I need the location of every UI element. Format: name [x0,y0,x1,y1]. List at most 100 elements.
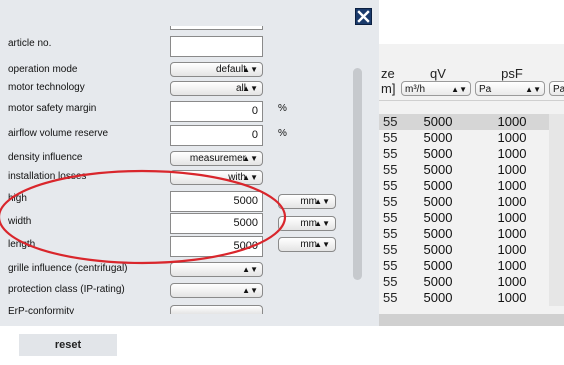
header-divider [379,100,564,101]
qv-cell: 5000 [423,194,453,209]
next-cell [549,274,564,290]
next-cell [549,178,564,194]
qv-cell: 5000 [423,130,453,145]
table-row[interactable]: 55 5000 1000 [379,210,564,226]
field-above-clipped [170,26,263,30]
article-no-input[interactable] [170,36,263,57]
next-cell [549,258,564,274]
qv-cell: 5000 [423,162,453,177]
next-cell [549,226,564,242]
qv-cell: 5000 [423,290,453,305]
psf-cell: 1000 [497,162,527,177]
article-no-label: article no. [8,38,52,49]
motor-safety-margin-label: motor safety margin [8,103,97,114]
qv-cell: 5000 [423,258,453,273]
psf-cell: 1000 [497,258,527,273]
motor-safety-margin-unit: % [278,103,287,114]
next-cell [549,210,564,226]
select-arrows-icon: ▲▼ [242,154,258,163]
size-cell: 55 [383,162,398,177]
size-cell: 55 [383,226,398,241]
operation-mode-select[interactable]: default ▲▼ [170,62,263,77]
table-row[interactable]: 55 5000 1000 [379,114,564,130]
select-arrows-icon: ▲▼ [451,85,467,94]
size-cell: 55 [383,130,398,145]
column-header-qv-label: qV [430,66,446,81]
density-influence-value: measuremer [189,153,246,164]
psf-cell: 1000 [497,290,527,305]
select-arrows-icon: ▲▼ [314,219,330,228]
next-cell [549,130,564,146]
qv-unit-select[interactable]: m³/h ▲▼ [401,81,471,96]
select-arrows-icon: ▲▼ [314,197,330,206]
size-cell: 55 [383,290,398,305]
qv-unit-value: m³/h [405,84,425,95]
close-icon[interactable] [355,8,372,25]
psf-cell: 1000 [497,178,527,193]
psf-cell: 1000 [497,194,527,209]
airflow-volume-reserve-input[interactable]: 0 [170,125,263,146]
psf-cell: 1000 [497,130,527,145]
psf-unit-select[interactable]: Pa ▲▼ [475,81,545,96]
qv-cell: 5000 [423,274,453,289]
motor-technology-select[interactable]: all ▲▼ [170,81,263,96]
size-cell: 55 [383,258,398,273]
qv-cell: 5000 [423,226,453,241]
next-cell [549,290,564,306]
column-header-qv: qV [403,66,473,81]
size-cell: 55 [383,178,398,193]
table-row[interactable]: 55 5000 1000 [379,194,564,210]
select-arrows-icon: ▲▼ [242,286,258,295]
column-header-psf: psF [477,66,547,81]
motor-safety-margin-input[interactable]: 0 [170,101,263,122]
airflow-volume-reserve-label: airflow volume reserve [8,128,109,139]
reset-button[interactable]: reset [19,334,117,356]
form-scrollbar[interactable] [353,68,362,280]
next-cell [549,162,564,178]
operation-mode-label: operation mode [8,64,78,75]
table-row[interactable]: 55 5000 1000 [379,146,564,162]
qv-cell: 5000 [423,146,453,161]
table-row[interactable]: 55 5000 1000 [379,242,564,258]
next-cell [549,146,564,162]
protection-class-label: protection class (IP-rating) [8,284,125,295]
select-arrows-icon: ▲▼ [314,240,330,249]
results-table: ze m] qV m³/h ▲▼ psF Pa ▲▼ Pa 55 5000 1000 55… [378,44,564,326]
psf-cell: 1000 [497,114,527,129]
size-cell: 55 [383,114,398,129]
density-influence-select[interactable]: measuremer ▲▼ [170,151,263,166]
select-arrows-icon: ▲▼ [525,85,541,94]
table-row[interactable]: 55 5000 1000 [379,130,564,146]
table-row[interactable]: 55 5000 1000 [379,162,564,178]
select-arrows-icon: ▲▼ [242,84,258,93]
column-header-size-label: ze [381,66,395,81]
psf-cell: 1000 [497,242,527,257]
psf-cell: 1000 [497,210,527,225]
density-influence-label: density influence [8,152,83,163]
next-cell [549,194,564,210]
motor-technology-label: motor technology [8,82,85,93]
size-cell: 55 [383,274,398,289]
erp-conformity-label: ErP-conformity [8,306,75,314]
table-row[interactable]: 55 5000 1000 [379,226,564,242]
psf-cell: 1000 [497,146,527,161]
qv-cell: 5000 [423,114,453,129]
table-row[interactable]: 55 5000 1000 [379,258,564,274]
filter-form-panel: article no. operation mode default ▲▼ mot… [0,0,379,326]
table-row[interactable]: 55 5000 1000 [379,274,564,290]
size-cell: 55 [383,242,398,257]
table-row[interactable]: 55 5000 1000 [379,290,564,306]
psf-cell: 1000 [497,274,527,289]
table-hscrollbar[interactable] [379,314,564,326]
next-unit-select[interactable]: Pa [549,81,564,96]
qv-cell: 5000 [423,210,453,225]
psf-cell: 1000 [497,226,527,241]
airflow-volume-reserve-unit: % [278,128,287,139]
size-cell: 55 [383,146,398,161]
table-row[interactable]: 55 5000 1000 [379,178,564,194]
next-cell [549,114,564,130]
erp-conformity-select[interactable] [170,305,263,314]
protection-class-select[interactable]: ▲▼ [170,283,263,298]
qv-cell: 5000 [423,178,453,193]
size-cell: 55 [383,194,398,209]
